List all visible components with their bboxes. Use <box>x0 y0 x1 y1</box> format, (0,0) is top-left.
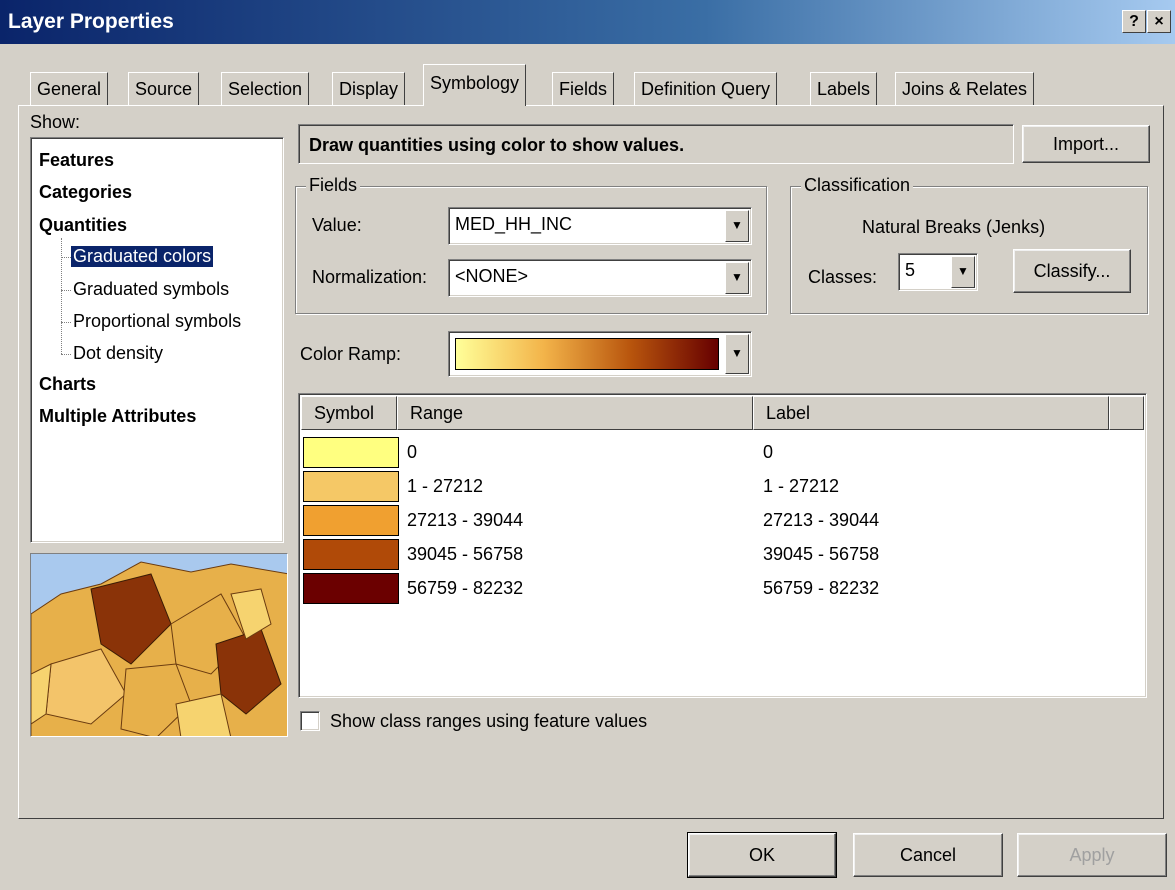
normalization-field-select[interactable]: <NONE> ▼ <box>448 259 752 297</box>
tree-item-proportional-symbols[interactable]: Proportional symbols <box>73 311 241 332</box>
tab-display[interactable]: Display <box>332 72 406 106</box>
chevron-down-icon[interactable]: ▼ <box>951 256 975 288</box>
symbol-swatch[interactable] <box>303 505 399 536</box>
color-ramp-swatch <box>455 338 719 370</box>
classification-legend: Classification <box>801 175 914 196</box>
fields-legend: Fields <box>306 175 361 196</box>
symbol-swatch[interactable] <box>303 437 399 468</box>
tree-item-graduated-colors[interactable]: Graduated colors <box>71 246 214 267</box>
tree-connector <box>61 290 71 291</box>
symbol-swatch[interactable] <box>303 539 399 570</box>
ok-button[interactable]: OK <box>687 832 837 878</box>
tab-joins-relates[interactable]: Joins & Relates <box>895 72 1035 106</box>
symbol-swatch[interactable] <box>303 471 399 502</box>
tab-source[interactable]: Source <box>128 72 200 106</box>
tree-item-multiple-attributes[interactable]: Multiple Attributes <box>39 406 196 427</box>
label-cell[interactable]: 0 <box>763 442 773 463</box>
tab-definition-query[interactable]: Definition Query <box>634 72 778 106</box>
title-bar[interactable]: Layer Properties ? × <box>0 0 1175 44</box>
renderer-tree[interactable]: Features Categories Quantities Graduated… <box>30 137 284 543</box>
tab-symbology[interactable]: Symbology <box>423 64 527 106</box>
tree-item-graduated-symbols[interactable]: Graduated symbols <box>73 279 229 300</box>
tree-item-dot-density[interactable]: Dot density <box>73 343 163 364</box>
value-field-value: MED_HH_INC <box>455 214 573 234</box>
renderer-description: Draw quantities using color to show valu… <box>309 135 685 155</box>
tree-connector <box>61 257 71 258</box>
classify-button[interactable]: Classify... <box>1013 249 1131 293</box>
label-cell[interactable]: 27213 - 39044 <box>763 510 879 531</box>
column-header-symbol[interactable]: Symbol <box>301 396 397 430</box>
tree-connector <box>61 354 71 355</box>
symbol-swatch[interactable] <box>303 573 399 604</box>
label-cell[interactable]: 56759 - 82232 <box>763 578 879 599</box>
classification-method: Natural Breaks (Jenks) <box>862 217 1046 237</box>
show-label: Show: <box>30 112 81 132</box>
range-cell[interactable]: 1 - 27212 <box>407 476 483 497</box>
apply-button[interactable]: Apply <box>1017 833 1167 877</box>
tree-item-categories[interactable]: Categories <box>39 182 132 203</box>
column-header-range[interactable]: Range <box>397 396 753 430</box>
tree-item-quantities[interactable]: Quantities <box>39 215 127 236</box>
value-field-select[interactable]: MED_HH_INC ▼ <box>448 207 752 245</box>
preview-map-image <box>30 553 288 737</box>
normalization-label: Normalization: <box>312 267 428 287</box>
chevron-down-icon[interactable]: ▼ <box>725 210 749 242</box>
cancel-button[interactable]: Cancel <box>853 833 1003 877</box>
range-cell[interactable]: 0 <box>407 442 417 463</box>
label-cell[interactable]: 39045 - 56758 <box>763 544 879 565</box>
tab-selection[interactable]: Selection <box>221 72 310 106</box>
color-ramp-select[interactable]: ▼ <box>448 331 752 377</box>
classes-label: Classes: <box>808 267 878 287</box>
tree-connector <box>61 322 71 323</box>
window-title: Layer Properties <box>8 10 174 33</box>
value-label: Value: <box>312 215 362 235</box>
tree-connector <box>61 238 62 354</box>
tab-general[interactable]: General <box>30 72 109 106</box>
column-header-spacer <box>1109 396 1144 430</box>
color-ramp-label: Color Ramp: <box>300 344 402 364</box>
chevron-down-icon[interactable]: ▼ <box>725 262 749 294</box>
range-cell[interactable]: 27213 - 39044 <box>407 510 523 531</box>
tab-fields[interactable]: Fields <box>552 72 615 106</box>
class-table[interactable]: Symbol Range Label 0 0 1 - 27212 1 - 272… <box>298 393 1147 698</box>
classes-select[interactable]: 5 ▼ <box>898 253 978 291</box>
show-class-ranges-checkbox[interactable] <box>300 711 320 731</box>
help-button[interactable]: ? <box>1122 10 1146 33</box>
tree-item-features[interactable]: Features <box>39 150 114 171</box>
import-button[interactable]: Import... <box>1022 125 1150 163</box>
tree-item-charts[interactable]: Charts <box>39 374 96 395</box>
tab-labels[interactable]: Labels <box>810 72 878 106</box>
show-class-ranges-label: Show class ranges using feature values <box>330 711 648 731</box>
normalization-field-value: <NONE> <box>455 266 529 286</box>
range-cell[interactable]: 39045 - 56758 <box>407 544 523 565</box>
label-cell[interactable]: 1 - 27212 <box>763 476 839 497</box>
range-cell[interactable]: 56759 - 82232 <box>407 578 523 599</box>
renderer-description-box: Draw quantities using color to show valu… <box>298 124 1014 164</box>
close-button[interactable]: × <box>1147 10 1171 33</box>
chevron-down-icon[interactable]: ▼ <box>725 334 749 374</box>
column-header-label[interactable]: Label <box>753 396 1109 430</box>
classes-value: 5 <box>905 260 916 280</box>
